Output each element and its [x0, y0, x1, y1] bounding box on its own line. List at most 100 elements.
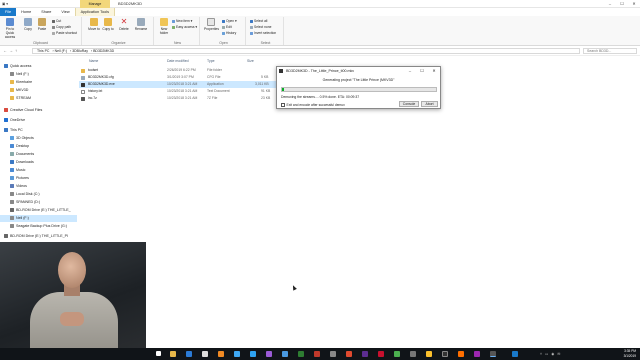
breadcrumb-nell[interactable]: Nell (F:) — [55, 49, 67, 53]
search-input[interactable]: Search BD3D... — [583, 48, 637, 54]
properties-button[interactable]: Properties — [204, 18, 219, 31]
explorer-icon[interactable] — [170, 351, 176, 357]
easy-access-button[interactable]: Easy access ▾ — [172, 25, 197, 29]
clock[interactable]: 3:35 PM 3/1/2019 — [624, 349, 636, 359]
nav-creative-cloud[interactable]: Creative Cloud Files — [4, 107, 42, 114]
firefox-icon[interactable] — [458, 351, 464, 357]
file-row[interactable]: lnc.7z 10/23/2018 3:21 AM 7Z File 23 KB — [79, 95, 279, 102]
app-icon[interactable] — [346, 351, 352, 357]
column-name[interactable]: Name — [89, 59, 98, 63]
nav-nell-pinned[interactable]: Nell (F:) — [10, 71, 29, 78]
edge-icon[interactable] — [186, 351, 192, 357]
dialog-close-button[interactable]: ✕ — [428, 67, 440, 75]
tab-file[interactable]: File — [0, 8, 17, 16]
pin-quick-access-button[interactable]: Pin to Quick access — [2, 18, 18, 39]
app-icon[interactable] — [442, 351, 448, 357]
column-type[interactable]: Type — [207, 59, 215, 63]
navigation-buttons[interactable]: ←→↑ — [3, 48, 19, 53]
photoshop-icon[interactable] — [234, 351, 240, 357]
app-icon[interactable] — [314, 351, 320, 357]
paste-button[interactable]: Paste — [36, 18, 48, 31]
column-size[interactable]: Size — [247, 59, 254, 63]
invert-selection-button[interactable]: Invert selection — [250, 31, 276, 35]
nav-this-pc[interactable]: This PC — [4, 127, 23, 134]
address-bar[interactable]: This PC › Nell (F:) › 3DBluRay › BD3D2MK3D — [32, 48, 580, 54]
bd3d2mk3d-taskbar-icon[interactable] — [490, 351, 496, 357]
app-icon[interactable] — [298, 351, 304, 357]
up-icon[interactable]: ↑ — [15, 48, 19, 53]
tab-application-tools[interactable]: Application Tools — [74, 8, 116, 16]
console-button[interactable]: Console — [399, 101, 419, 107]
tab-share[interactable]: Share — [36, 8, 56, 16]
app-icon[interactable] — [474, 351, 480, 357]
file-row-selected[interactable]: BD3D2MK3D.exe 10/23/2018 3:21 AM Applica… — [79, 81, 279, 88]
select-all-button[interactable]: Select all — [250, 19, 267, 23]
dialog-maximize-button[interactable]: ☐ — [416, 67, 428, 75]
nav-videos[interactable]: Videos — [10, 183, 27, 190]
copy-to-button[interactable]: Copy to — [102, 18, 114, 31]
nav-onedrive[interactable]: OneDrive — [4, 117, 25, 124]
breadcrumb-3dbluray[interactable]: 3DBluRay — [72, 49, 88, 53]
column-date[interactable]: Date modified — [167, 59, 189, 63]
mail-icon[interactable] — [512, 351, 518, 357]
manage-contextual-tab[interactable]: Manage — [80, 0, 110, 8]
nav-3d-objects[interactable]: 3D Objects — [10, 135, 34, 142]
vlc-icon[interactable] — [218, 351, 224, 357]
chrome-icon[interactable] — [426, 351, 432, 357]
abort-button[interactable]: Abort — [421, 101, 438, 107]
checkbox-box[interactable] — [281, 103, 285, 107]
move-to-button[interactable]: Move to — [88, 18, 100, 31]
app-icon[interactable] — [362, 351, 368, 357]
new-folder-button[interactable]: New folder — [158, 18, 170, 35]
file-row[interactable]: toolset 2/26/2019 6:22 PM File folder — [79, 67, 279, 74]
new-item-button[interactable]: New item ▾ — [172, 19, 192, 23]
premiere-icon[interactable] — [266, 351, 272, 357]
app-icon[interactable] — [330, 351, 336, 357]
nav-bd-rom-e[interactable]: BD-ROM Drive (E:) THE_LITTLE_ — [10, 207, 71, 214]
breadcrumb-bd3d2mk3d[interactable]: BD3D2MK3D — [93, 49, 114, 53]
app-icon[interactable] — [378, 351, 384, 357]
minimize-button[interactable]: – — [604, 0, 616, 8]
open-button[interactable]: Open ▾ — [222, 19, 237, 23]
dialog-minimize-button[interactable]: – — [404, 67, 416, 75]
system-tray[interactable]: ˄ ▭ ◉ ✉ — [540, 352, 561, 356]
edit-button[interactable]: Edit — [222, 25, 232, 29]
nav-seagate-g[interactable]: Seagate Backup Plus Drive (G:) — [10, 223, 67, 230]
app-icon[interactable] — [394, 351, 400, 357]
nav-quick-access[interactable]: Quick access — [4, 63, 31, 70]
rename-button[interactable]: Rename — [134, 18, 148, 31]
quick-access-toolbar[interactable]: ▣ ▾ — [2, 2, 12, 6]
dialog-title-bar[interactable]: BD3D2MK3D - The_Little_Prince_ti00.mkv –… — [277, 67, 440, 75]
cut-button[interactable]: Cut — [52, 19, 61, 23]
nav-desktop[interactable]: Desktop — [10, 143, 29, 150]
history-button[interactable]: History — [222, 31, 236, 35]
nav-music[interactable]: Music — [10, 167, 25, 174]
select-none-button[interactable]: Select none — [250, 25, 271, 29]
nav-kleerkaire[interactable]: Kleerkaire — [10, 79, 32, 86]
store-icon[interactable] — [202, 351, 208, 357]
maximize-button[interactable]: ☐ — [616, 0, 628, 8]
breadcrumb-this-pc[interactable]: This PC — [37, 49, 49, 53]
photoshop-alt-icon[interactable] — [250, 351, 256, 357]
nav-local-disk-c[interactable]: Local Disk (C:) — [10, 191, 40, 198]
nav-bd-rom-e-2[interactable]: BD-ROM Drive (E:) THE_LITTLE_PI — [4, 233, 68, 240]
nav-mkv3d[interactable]: MKV3D — [10, 87, 28, 94]
settings-icon[interactable] — [410, 351, 416, 357]
nav-downloads[interactable]: Downloads — [10, 159, 34, 166]
close-button[interactable]: ✕ — [628, 0, 640, 8]
nav-nell-f[interactable]: Nell (F:) — [0, 215, 77, 222]
nav-pictures[interactable]: Pictures — [10, 175, 29, 182]
file-row[interactable]: history.txt 10/23/2018 3:21 AM Text Docu… — [79, 88, 279, 95]
app-icon[interactable] — [282, 351, 288, 357]
tab-view[interactable]: View — [56, 8, 74, 16]
copy-button[interactable]: Copy — [22, 18, 34, 31]
nav-stream[interactable]: STREAM — [10, 95, 31, 102]
delete-button[interactable]: ✕ Delete — [118, 18, 130, 32]
start-icon[interactable] — [156, 351, 161, 356]
paste-shortcut-button[interactable]: Paste shortcut — [52, 31, 77, 35]
nav-documents[interactable]: Documents — [10, 151, 34, 158]
nav-spanned-d[interactable]: SPANNED (D:) — [10, 199, 40, 206]
tab-home[interactable]: Home — [16, 8, 36, 16]
exit-encode-checkbox[interactable]: Exit and encode after successful demux — [281, 103, 345, 107]
copy-path-button[interactable]: Copy path — [52, 25, 71, 29]
